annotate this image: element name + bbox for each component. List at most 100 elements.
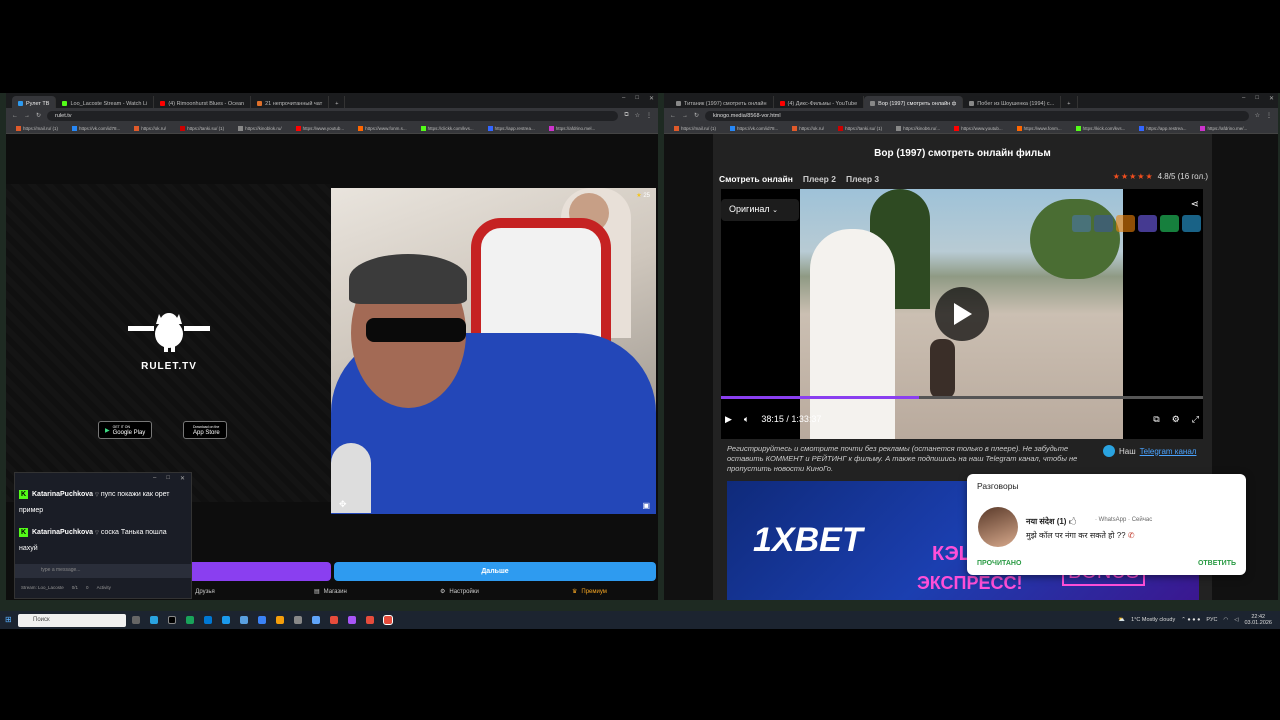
- nav-settings[interactable]: ⚙ Настройки: [440, 588, 479, 596]
- nav-shop[interactable]: ▤ Магазин: [314, 588, 347, 596]
- media-app-icon[interactable]: [168, 616, 176, 624]
- app-icon[interactable]: [348, 616, 356, 624]
- quality-select[interactable]: Оригинал ⌄: [721, 199, 799, 221]
- bookmark-item[interactable]: https://vk.com/id78...: [72, 125, 120, 131]
- tab-player-2[interactable]: Плеер 2: [803, 170, 836, 188]
- new-tab-button[interactable]: +: [329, 96, 346, 108]
- tray-icons[interactable]: ⌃ ● ● ●: [1181, 617, 1200, 623]
- tab-shawshank[interactable]: Побег из Шоушенка (1994) с...: [963, 96, 1062, 108]
- tab-watch-online[interactable]: Смотреть онлайн: [719, 170, 793, 188]
- bookmark-item[interactable]: https://app.restrea...: [487, 125, 535, 131]
- volume-icon[interactable]: ◁: [1234, 617, 1238, 623]
- gift-icon[interactable]: ▣: [642, 501, 650, 510]
- whatsapp-icon[interactable]: [1160, 215, 1179, 232]
- back-icon[interactable]: ←: [670, 113, 676, 119]
- odnoklassniki-icon[interactable]: [1116, 215, 1135, 232]
- wifi-icon[interactable]: ◠: [1223, 617, 1228, 623]
- bookmark-item[interactable]: https://afdrino.mel...: [548, 125, 595, 131]
- left-address-bar[interactable]: rulet.tv: [47, 110, 619, 121]
- minimize-icon[interactable]: –: [622, 95, 625, 102]
- viber-icon[interactable]: [1138, 215, 1157, 232]
- bookmark-item[interactable]: https://kick.com/kvs...: [1075, 125, 1125, 131]
- language-indicator[interactable]: РУС: [1206, 617, 1217, 623]
- tab-titanic[interactable]: Титаник (1997) смотреть онлайн: [670, 96, 774, 108]
- telegram-app-icon[interactable]: [150, 616, 158, 624]
- chrome-icon[interactable]: [383, 615, 393, 625]
- settings-icon[interactable]: ⚙: [1172, 414, 1180, 425]
- chrome-icon[interactable]: [366, 616, 374, 624]
- bookmark-star-icon[interactable]: ☆: [1255, 112, 1260, 119]
- rating-stars-icon[interactable]: ★★★★★: [1113, 172, 1154, 181]
- app-icon[interactable]: [294, 616, 302, 624]
- vk-icon[interactable]: [1072, 215, 1091, 232]
- pip-icon[interactable]: ⧉: [1153, 414, 1159, 425]
- bookmark-item[interactable]: https://tanki.su/ (1): [838, 125, 882, 131]
- tab-rulet[interactable]: Рулет ТВ: [12, 96, 57, 108]
- fullscreen-icon[interactable]: ⤢: [1192, 414, 1199, 425]
- new-tab-button[interactable]: +: [1061, 96, 1078, 108]
- reload-icon[interactable]: ↻: [694, 112, 699, 119]
- app-store-button[interactable]: Download on the App Store: [183, 421, 227, 439]
- bookmark-item[interactable]: https://www.fonm.s...: [358, 125, 407, 131]
- bookmark-item[interactable]: https://mail.ru/ (1): [674, 125, 716, 131]
- bookmark-item[interactable]: https://mail.ru/ (1): [16, 125, 58, 131]
- telegram-link[interactable]: Telegram канал: [1140, 447, 1197, 456]
- play-big-icon[interactable]: [935, 287, 989, 341]
- chat-minimize-icon[interactable]: –: [153, 475, 156, 482]
- tab-player-3[interactable]: Плеер 3: [846, 170, 879, 188]
- nav-premium[interactable]: ♛ Премиум: [572, 588, 607, 596]
- bookmark-item[interactable]: https://www.youtub...: [295, 125, 344, 131]
- maximize-icon[interactable]: □: [635, 95, 639, 102]
- close-icon[interactable]: ✕: [649, 95, 654, 102]
- edge-icon[interactable]: [186, 616, 194, 624]
- back-icon[interactable]: ←: [12, 113, 18, 119]
- mail-icon[interactable]: [204, 616, 212, 624]
- chat-username[interactable]: KatarinaPuchkova: [32, 529, 93, 536]
- weather-text[interactable]: 1°C Mostly cloudy: [1131, 617, 1175, 623]
- bookmark-item[interactable]: https://afdrino.me/...: [1200, 125, 1247, 131]
- tab-chat[interactable]: 21 непрочитанный чат: [251, 96, 330, 108]
- chat-maximize-icon[interactable]: □: [166, 475, 170, 482]
- close-icon[interactable]: ✕: [1269, 95, 1274, 102]
- bookmark-item[interactable]: https://app.restrea...: [1139, 125, 1186, 131]
- menu-icon[interactable]: ⋮: [646, 112, 652, 119]
- clock[interactable]: 22:42 03.01.2026: [1244, 614, 1272, 626]
- chat-footer-activity[interactable]: Activity: [97, 585, 111, 593]
- bookmark-item[interactable]: https://ok.ru/: [134, 125, 166, 131]
- webcam-video[interactable]: ★ 25 ✥ ▣: [331, 188, 656, 514]
- tab-youtube[interactable]: (4) Rimoonhurst Blues - Ocean: [154, 96, 252, 108]
- reload-icon[interactable]: ↻: [36, 112, 41, 119]
- reply-button[interactable]: ОТВЕТИТЬ: [1198, 560, 1236, 567]
- bookmark-item[interactable]: https://vk.com/id78...: [730, 125, 778, 131]
- chat-input[interactable]: type a message...: [15, 564, 191, 578]
- explorer-icon[interactable]: [240, 616, 248, 624]
- move-icon[interactable]: ✥: [339, 499, 347, 510]
- app-icon[interactable]: [312, 616, 320, 624]
- windows-start-icon[interactable]: ⊞: [5, 615, 12, 624]
- volume-icon[interactable]: 🔈︎: [744, 414, 749, 425]
- telegram-icon[interactable]: [1182, 215, 1201, 232]
- app-icon[interactable]: [258, 616, 266, 624]
- share-icon[interactable]: ⋖: [1191, 199, 1199, 210]
- bookmark-star-icon[interactable]: ☆: [635, 112, 640, 119]
- tab-kick-stream[interactable]: Loo_Lacoste Stream - Watch Li: [56, 96, 155, 108]
- google-play-button[interactable]: ▶ GET IT ON Google Play: [98, 421, 153, 439]
- video-progress-bar[interactable]: [721, 396, 1203, 399]
- tab-youtube[interactable]: (4) Дикс-Фильмы - YouTube: [774, 96, 865, 108]
- taskbar-search[interactable]: Поиск: [18, 614, 126, 627]
- next-button[interactable]: Дальше: [334, 562, 656, 581]
- bookmark-item[interactable]: https://www.youtub...: [954, 125, 1003, 131]
- play-icon[interactable]: ▶: [725, 414, 732, 425]
- chrome-icon[interactable]: [330, 616, 338, 624]
- right-address-bar[interactable]: kinogo.media/8568-vor.html: [705, 110, 1249, 121]
- tab-vor[interactable]: Вор (1997) смотреть онлайн ф: [864, 96, 964, 108]
- stop-button[interactable]: [186, 562, 331, 581]
- bookmark-item[interactable]: https://kinob6.ru/...: [896, 125, 940, 131]
- maximize-icon[interactable]: □: [1255, 95, 1259, 102]
- mark-read-button[interactable]: ПРОЧИТАНО: [977, 560, 1021, 567]
- app-icon[interactable]: [276, 616, 284, 624]
- bookmark-item[interactable]: https://kinoblok.ru/: [238, 125, 282, 131]
- bookmark-item[interactable]: https://ok.ru/: [792, 125, 824, 131]
- video-player[interactable]: Оригинал ⌄ ⋖ ▶ 🔈︎ 38:15 / 1:33:37 ⧉ ⚙ ⤢: [721, 189, 1203, 439]
- bookmark-item[interactable]: https://clickk.com/kvs...: [420, 125, 474, 131]
